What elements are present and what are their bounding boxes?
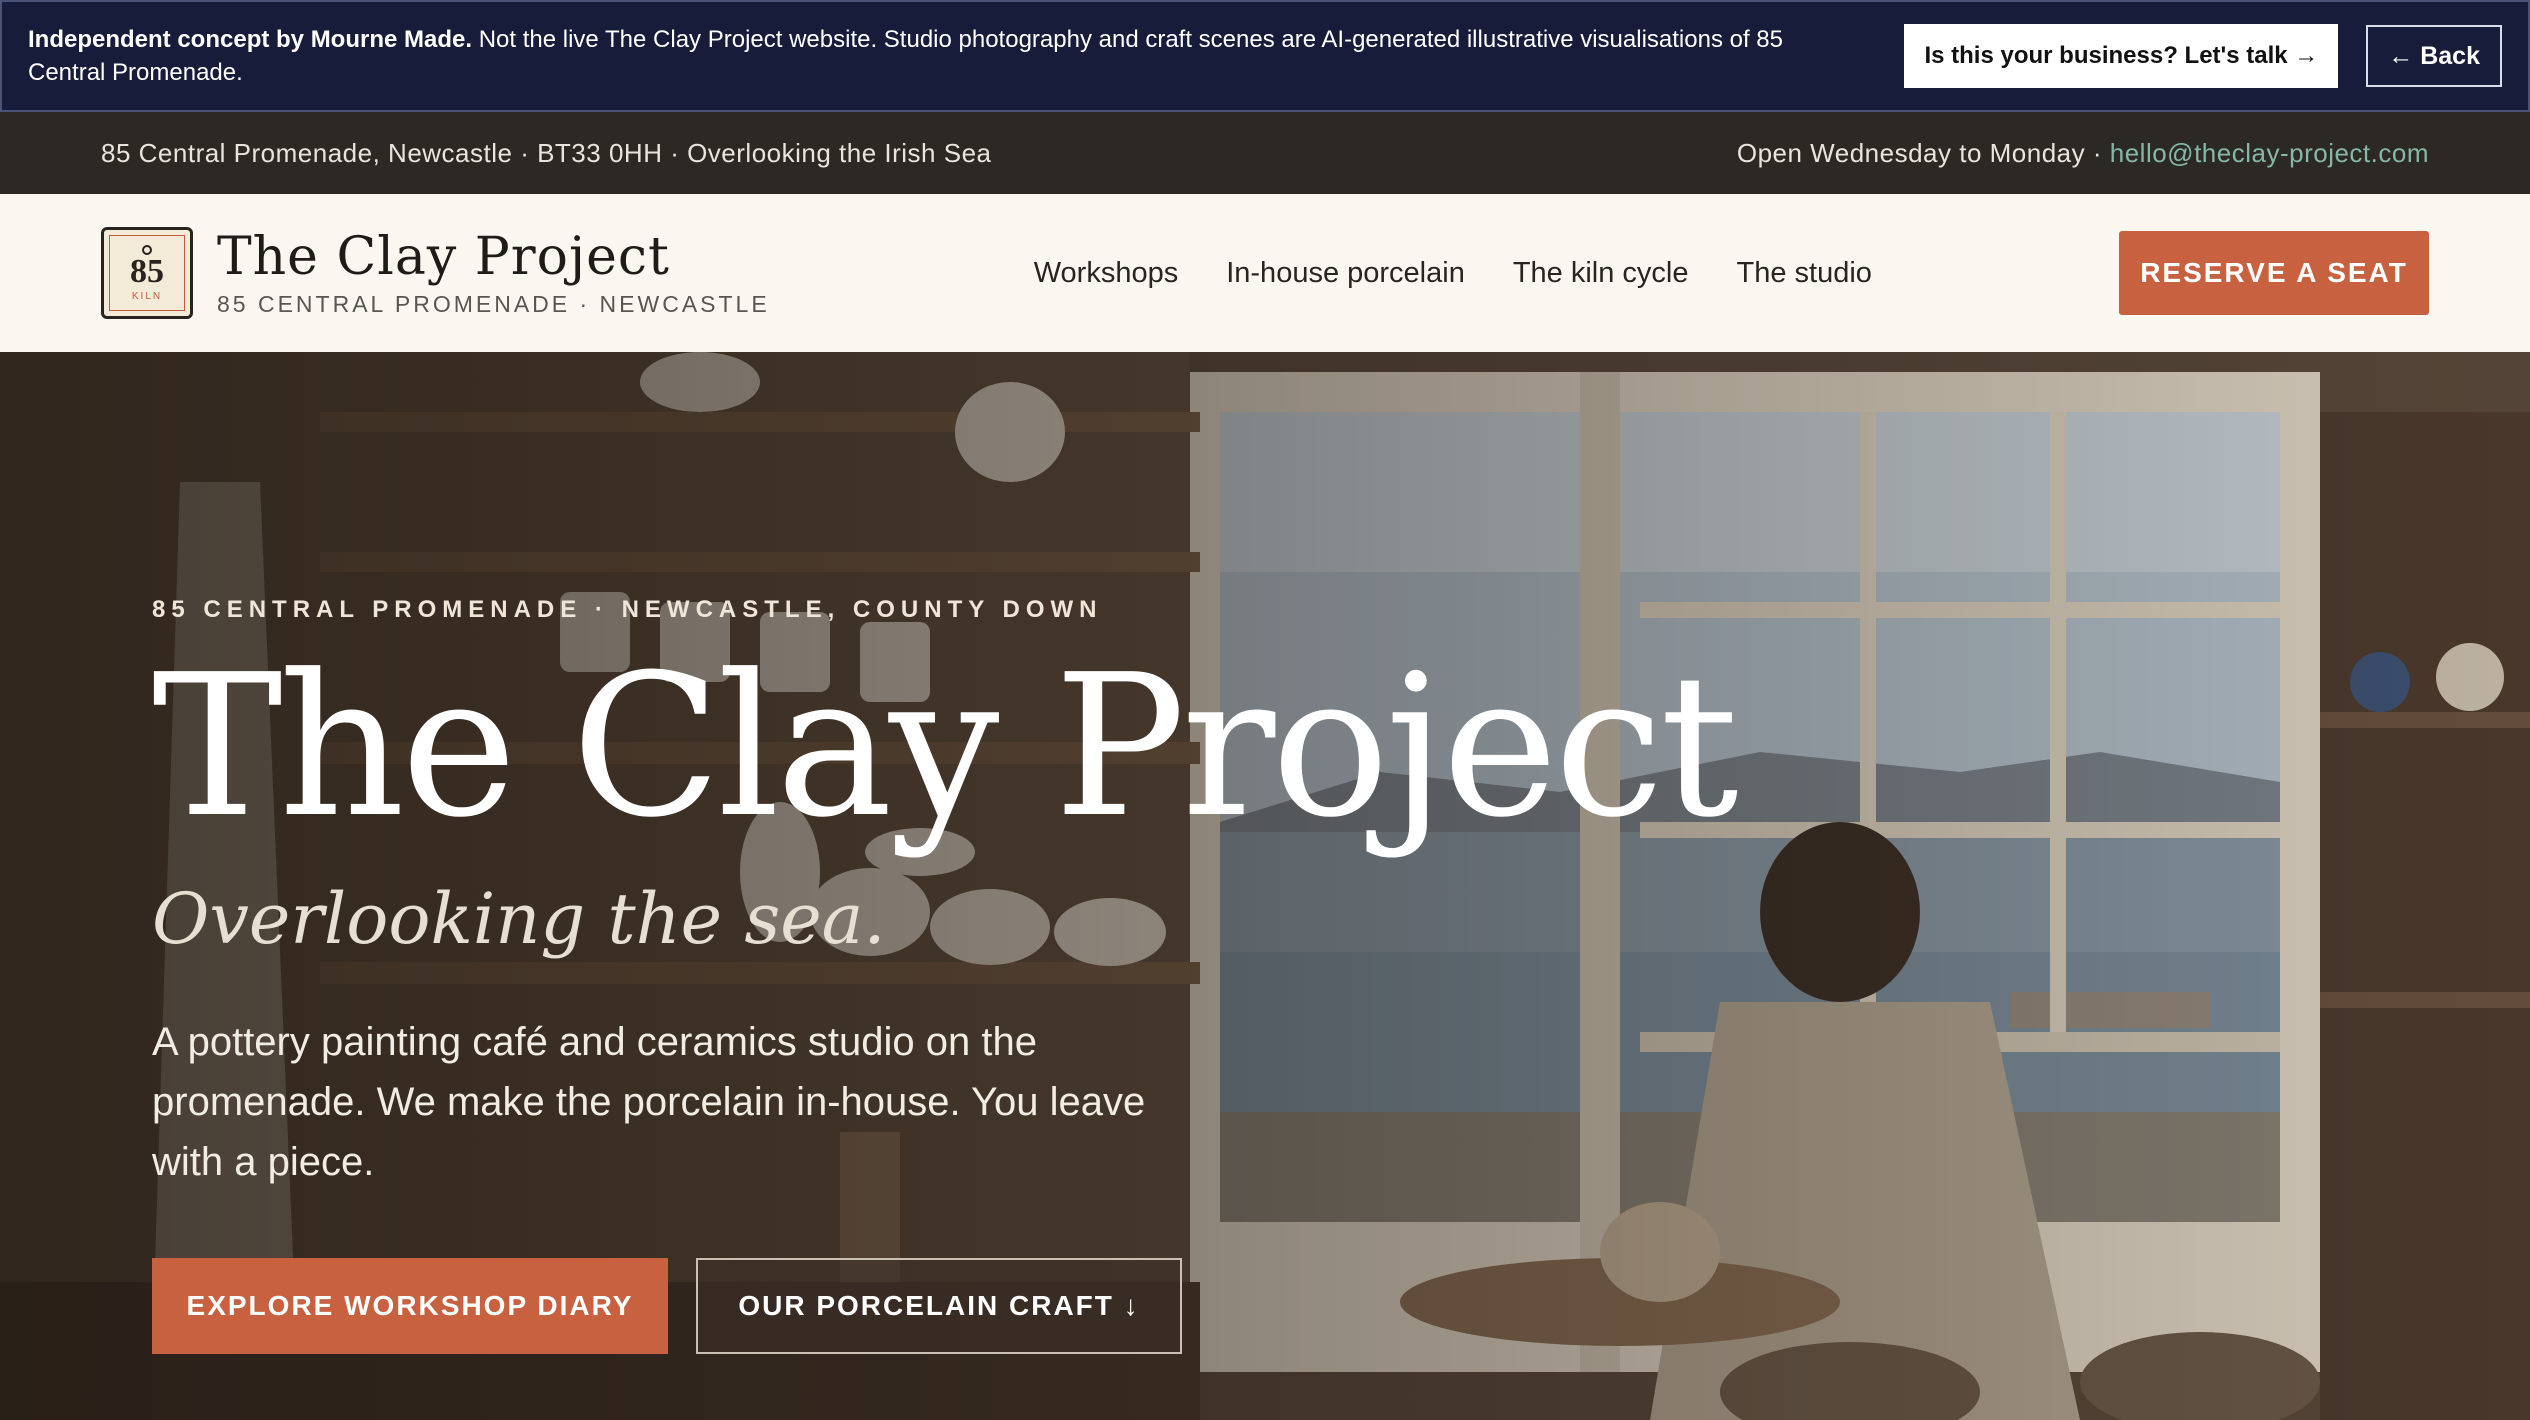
nav-workshops[interactable]: Workshops [1034,257,1179,290]
concept-banner: Independent concept by Mourne Made. Not … [0,0,2530,112]
email-link[interactable]: hello@theclay-project.com [2110,138,2429,168]
reserve-seat-button[interactable]: RESERVE A SEAT [2119,231,2429,315]
logo-number: 85 [130,252,164,290]
brand-subtitle: 85 CENTRAL PROMENADE · NEWCASTLE [217,290,770,317]
porcelain-craft-button[interactable]: OUR PORCELAIN CRAFT ↓ [696,1258,1182,1354]
hero-tagline: Overlooking the sea. [152,878,886,960]
brand[interactable]: The Clay Project 85 CENTRAL PROMENADE · … [217,229,770,318]
logo[interactable]: 85 KILN [101,227,193,319]
logo-sub: KILN [131,290,163,302]
hero-description: A pottery painting café and ceramics stu… [152,1020,1146,1184]
brand-name: The Clay Project [217,226,670,287]
concept-notice: Independent concept by Mourne Made. Not … [28,23,1904,89]
hours-and-contact: Open Wednesday to Monday · hello@theclay… [1737,138,2429,169]
contact-business-button[interactable]: Is this your business? Let's talk → [1904,24,2339,88]
back-button[interactable]: ← Back [2366,25,2502,87]
nav-in-house-porcelain[interactable]: In-house porcelain [1226,257,1465,290]
address-text: 85 Central Promenade, Newcastle · BT33 0… [101,137,992,168]
concept-lead: Independent concept by Mourne Made. [28,26,473,53]
main-nav: Workshops In-house porcelain The kiln cy… [1034,257,1872,290]
nav-studio[interactable]: The studio [1737,257,1872,290]
site-header: 85 KILN The Clay Project 85 CENTRAL PROM… [0,194,2530,352]
info-bar: 85 Central Promenade, Newcastle · BT33 0… [0,112,2530,194]
hero: 85 CENTRAL PROMENADE · NEWCASTLE, COUNTY… [0,352,2530,1420]
logo-dot-icon [142,244,152,255]
nav-kiln-cycle[interactable]: The kiln cycle [1513,257,1689,290]
explore-workshop-diary-button[interactable]: EXPLORE WORKSHOP DIARY [152,1258,668,1354]
opening-hours: Open Wednesday to Monday · [1736,137,2110,168]
hero-title: The Clay Project [152,633,1739,861]
hero-eyebrow: 85 CENTRAL PROMENADE · NEWCASTLE, COUNTY… [152,596,1103,623]
